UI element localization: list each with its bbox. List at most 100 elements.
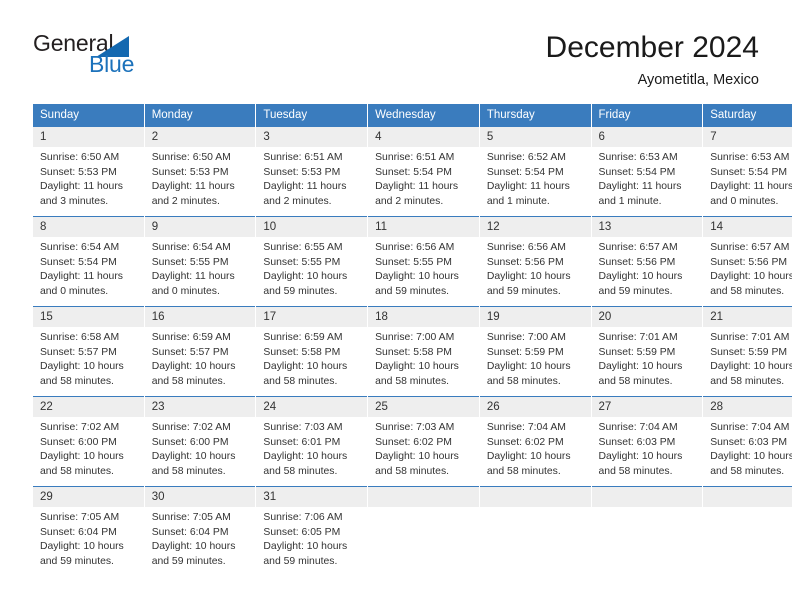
- calendar-day-cell[interactable]: 6 Sunrise: 6:53 AM Sunset: 5:54 PM Daylight…: [591, 127, 704, 217]
- day-number: 22: [33, 397, 144, 417]
- calendar-day-cell[interactable]: 31 Sunrise: 7:06 AM Sunset: 6:05 PM Dayligh…: [255, 486, 369, 576]
- daylight-text: Daylight: 10 hours and 59 minutes.: [151, 541, 236, 567]
- calendar-day-cell[interactable]: 10 Sunrise: 6:55 AM Sunset: 5:55 PM Dayligh…: [255, 216, 369, 307]
- day-number: 6: [591, 127, 703, 147]
- day-details: [703, 507, 792, 511]
- sunrise-text: Sunrise: 6:56 AM: [486, 242, 566, 253]
- day-details: Sunrise: 7:02 AM Sunset: 6:00 PM Daylight:…: [33, 417, 144, 479]
- day-number: 3: [256, 127, 368, 147]
- calendar-day-cell[interactable]: 26 Sunrise: 7:04 AM Sunset: 6:02 PM Dayligh…: [479, 396, 592, 487]
- calendar-day-cell[interactable]: 4 Sunrise: 6:51 AM Sunset: 5:54 PM Daylight…: [367, 127, 480, 217]
- sunset-text: Sunset: 6:05 PM: [263, 526, 341, 538]
- daylight-text: Daylight: 10 hours and 58 minutes.: [598, 451, 683, 477]
- calendar-day-cell[interactable]: 7 Sunrise: 6:53 AM Sunset: 5:54 PM Daylight…: [702, 127, 792, 217]
- calendar-day-cell[interactable]: 14 Sunrise: 6:57 AM Sunset: 5:56 PM Dayligh…: [702, 216, 792, 307]
- calendar-header-row: Sunday Monday Tuesday Wednesday Thursday Frid…: [33, 104, 792, 127]
- day-number: [703, 487, 792, 507]
- calendar-week-row: 29 Sunrise: 7:05 AM Sunset: 6:04 PM Dayligh…: [33, 486, 792, 576]
- day-number: 29: [33, 487, 144, 507]
- calendar-week-row: 8 Sunrise: 6:54 AM Sunset: 5:54 PM Daylight…: [33, 216, 792, 307]
- day-details: Sunrise: 7:06 AM Sunset: 6:05 PM Daylight:…: [256, 507, 367, 569]
- sunrise-text: Sunrise: 7:06 AM: [263, 512, 343, 523]
- day-details: Sunrise: 6:56 AM Sunset: 5:55 PM Daylight:…: [368, 237, 479, 299]
- sunset-text: Sunset: 5:54 PM: [486, 166, 564, 178]
- day-details: Sunrise: 7:02 AM Sunset: 6:00 PM Daylight:…: [145, 417, 256, 479]
- sunset-text: Sunset: 5:54 PM: [710, 166, 788, 178]
- calendar-day-cell[interactable]: 29 Sunrise: 7:05 AM Sunset: 6:04 PM Dayligh…: [33, 486, 145, 576]
- calendar-day-cell[interactable]: 12 Sunrise: 6:56 AM Sunset: 5:56 PM Dayligh…: [479, 216, 592, 307]
- sunrise-text: Sunrise: 7:03 AM: [263, 422, 343, 433]
- daylight-text: Daylight: 11 hours and 0 minutes.: [151, 271, 235, 297]
- daylight-text: Daylight: 10 hours and 58 minutes.: [375, 451, 459, 477]
- calendar-day-cell[interactable]: 21 Sunrise: 7:01 AM Sunset: 5:59 PM Dayligh…: [702, 306, 792, 397]
- calendar-day-cell[interactable]: 25 Sunrise: 7:03 AM Sunset: 6:02 PM Dayligh…: [367, 396, 480, 487]
- daylight-text: Daylight: 10 hours and 58 minutes.: [40, 451, 124, 477]
- day-number: 18: [368, 307, 479, 327]
- sunrise-text: Sunrise: 6:54 AM: [40, 242, 120, 253]
- day-number: 5: [479, 127, 591, 147]
- sunset-text: Sunset: 5:56 PM: [710, 256, 788, 268]
- calendar-day-cell[interactable]: 30 Sunrise: 7:05 AM Sunset: 6:04 PM Dayligh…: [144, 486, 257, 576]
- calendar-day-cell[interactable]: 16 Sunrise: 6:59 AM Sunset: 5:57 PM Dayligh…: [144, 306, 257, 397]
- calendar-day-cell[interactable]: 22 Sunrise: 7:02 AM Sunset: 6:00 PM Dayligh…: [33, 396, 145, 487]
- day-details: Sunrise: 6:52 AM Sunset: 5:54 PM Daylight:…: [480, 147, 591, 209]
- sunset-text: Sunset: 6:03 PM: [598, 436, 676, 448]
- calendar-day-cell[interactable]: 1 Sunrise: 6:50 AM Sunset: 5:53 PM Daylight…: [33, 127, 145, 217]
- sunset-text: Sunset: 5:55 PM: [263, 256, 341, 268]
- sunrise-text: Sunrise: 6:50 AM: [151, 152, 231, 163]
- page-header: General Blue December 2024 Ayometitla, M…: [33, 30, 759, 92]
- day-number: 16: [144, 307, 256, 327]
- calendar-day-cell[interactable]: 17 Sunrise: 6:59 AM Sunset: 5:58 PM Dayligh…: [255, 306, 369, 397]
- calendar-day-cell[interactable]: 20 Sunrise: 7:01 AM Sunset: 5:59 PM Dayligh…: [591, 306, 704, 397]
- daylight-text: Daylight: 10 hours and 59 minutes.: [375, 271, 459, 297]
- day-number: 25: [368, 397, 479, 417]
- calendar-day-cell[interactable]: 23 Sunrise: 7:02 AM Sunset: 6:00 PM Dayligh…: [144, 396, 257, 487]
- calendar-day-cell[interactable]: 15 Sunrise: 6:58 AM Sunset: 5:57 PM Dayligh…: [33, 306, 145, 397]
- sunrise-text: Sunrise: 6:57 AM: [598, 242, 678, 253]
- sunset-text: Sunset: 5:54 PM: [598, 166, 676, 178]
- sunrise-text: Sunrise: 7:04 AM: [598, 422, 678, 433]
- sunset-text: Sunset: 5:54 PM: [40, 256, 117, 268]
- calendar-day-cell[interactable]: 24 Sunrise: 7:03 AM Sunset: 6:01 PM Dayligh…: [255, 396, 369, 487]
- calendar-day-cell[interactable]: 18 Sunrise: 7:00 AM Sunset: 5:58 PM Dayligh…: [367, 306, 480, 397]
- calendar-day-cell[interactable]: 11 Sunrise: 6:56 AM Sunset: 5:55 PM Dayligh…: [367, 216, 480, 307]
- weekday-header: Sunday Monday Tuesday Wednesday Thursday Frid…: [33, 104, 792, 127]
- daylight-text: Daylight: 11 hours and 1 minute.: [598, 181, 682, 207]
- day-details: Sunrise: 6:50 AM Sunset: 5:53 PM Daylight:…: [33, 147, 144, 209]
- sunset-text: Sunset: 6:00 PM: [40, 436, 117, 448]
- day-details: [368, 507, 479, 511]
- calendar-day-cell[interactable]: 27 Sunrise: 7:04 AM Sunset: 6:03 PM Dayligh…: [591, 396, 704, 487]
- sunset-text: Sunset: 5:54 PM: [375, 166, 452, 178]
- weekday-header-thursday: Thursday: [479, 104, 592, 127]
- calendar-day-cell[interactable]: 9 Sunrise: 6:54 AM Sunset: 5:55 PM Daylight…: [144, 216, 257, 307]
- page-subtitle: Ayometitla, Mexico: [637, 72, 759, 88]
- calendar-day-cell-empty: [591, 486, 704, 576]
- sunrise-text: Sunrise: 7:03 AM: [375, 422, 455, 433]
- sunset-text: Sunset: 5:55 PM: [375, 256, 452, 268]
- day-details: Sunrise: 6:55 AM Sunset: 5:55 PM Daylight:…: [256, 237, 367, 299]
- daylight-text: Daylight: 11 hours and 2 minutes.: [263, 181, 347, 207]
- daylight-text: Daylight: 11 hours and 3 minutes.: [40, 181, 123, 207]
- calendar-day-cell[interactable]: 2 Sunrise: 6:50 AM Sunset: 5:53 PM Daylight…: [144, 127, 257, 217]
- calendar-day-cell[interactable]: 13 Sunrise: 6:57 AM Sunset: 5:56 PM Dayligh…: [591, 216, 704, 307]
- daylight-text: Daylight: 10 hours and 58 minutes.: [263, 361, 348, 387]
- calendar-body: 1 Sunrise: 6:50 AM Sunset: 5:53 PM Daylight…: [33, 127, 792, 576]
- day-number: [368, 487, 479, 507]
- sunrise-text: Sunrise: 6:55 AM: [263, 242, 343, 253]
- daylight-text: Daylight: 11 hours and 2 minutes.: [375, 181, 459, 207]
- calendar-week-row: 15 Sunrise: 6:58 AM Sunset: 5:57 PM Dayligh…: [33, 306, 792, 397]
- calendar-day-cell[interactable]: 3 Sunrise: 6:51 AM Sunset: 5:53 PM Daylight…: [255, 127, 369, 217]
- daylight-text: Daylight: 10 hours and 58 minutes.: [263, 451, 348, 477]
- calendar-day-cell[interactable]: 8 Sunrise: 6:54 AM Sunset: 5:54 PM Daylight…: [33, 216, 145, 307]
- daylight-text: Daylight: 10 hours and 58 minutes.: [486, 451, 571, 477]
- sunset-text: Sunset: 6:02 PM: [375, 436, 452, 448]
- calendar-day-cell[interactable]: 5 Sunrise: 6:52 AM Sunset: 5:54 PM Daylight…: [479, 127, 592, 217]
- sunset-text: Sunset: 5:53 PM: [151, 166, 229, 178]
- day-number: 8: [33, 217, 144, 237]
- calendar-day-cell[interactable]: 28 Sunrise: 7:04 AM Sunset: 6:03 PM Dayligh…: [702, 396, 792, 487]
- day-details: Sunrise: 7:04 AM Sunset: 6:03 PM Daylight:…: [592, 417, 703, 479]
- calendar-day-cell[interactable]: 19 Sunrise: 7:00 AM Sunset: 5:59 PM Dayligh…: [479, 306, 592, 397]
- day-details: Sunrise: 7:01 AM Sunset: 5:59 PM Daylight:…: [703, 327, 792, 389]
- daylight-text: Daylight: 10 hours and 58 minutes.: [710, 451, 792, 477]
- sunrise-text: Sunrise: 7:04 AM: [710, 422, 790, 433]
